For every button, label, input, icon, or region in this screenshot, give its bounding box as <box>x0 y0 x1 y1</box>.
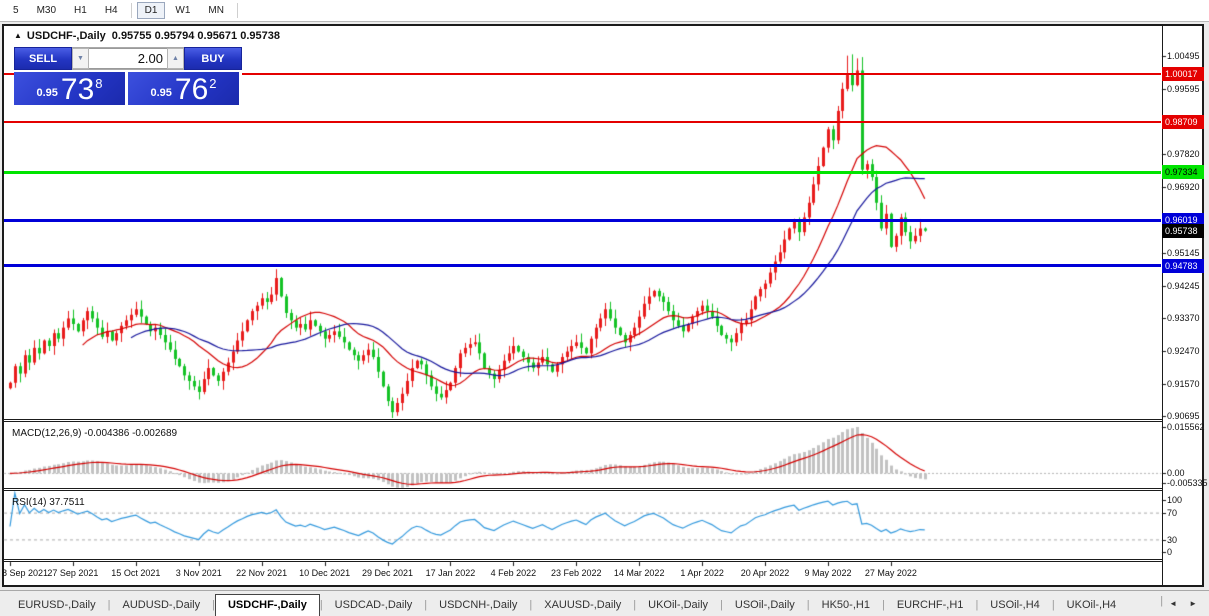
pane-divider[interactable] <box>2 488 1162 489</box>
price-tick-label: 0.92470 <box>1167 346 1200 356</box>
price-tick-label: 1.00495 <box>1167 51 1200 61</box>
sell-price-prefix: 0.95 <box>36 87 57 99</box>
date-tick-label: 20 Apr 2022 <box>741 568 790 578</box>
ohlc-values: 0.95755 0.95794 0.95671 0.95738 <box>112 30 280 42</box>
indicator-axis-label: 30 <box>1167 535 1177 545</box>
spin-down-icon: ▼ <box>77 55 84 62</box>
date-tick-label: 29 Dec 2021 <box>362 568 413 578</box>
sell-price-pip: 8 <box>95 76 102 91</box>
level-line[interactable] <box>4 171 1161 174</box>
buy-price-main: 76 <box>175 77 208 103</box>
price-tick-label: 0.95145 <box>1167 248 1200 258</box>
price-tick-label: 0.99595 <box>1167 84 1200 94</box>
pane-divider[interactable] <box>2 419 1162 420</box>
price-tick-label: 0.96920 <box>1167 182 1200 192</box>
chart-title: ▲ USDCHF-,Daily 0.95755 0.95794 0.95671 0.… <box>14 30 280 42</box>
resistance-line[interactable] <box>4 121 1161 123</box>
date-tick-label: 9 May 2022 <box>804 568 851 578</box>
date-tick-label: 14 Mar 2022 <box>614 568 665 578</box>
support-line[interactable] <box>4 264 1161 267</box>
pane-divider[interactable] <box>2 490 1162 491</box>
date-tick-label: 27 Sep 2021 <box>47 568 98 578</box>
trading-terminal: 5M30H1H4D1W1MN ▲USDCHF-,Daily0.95755 0.9… <box>0 0 1209 616</box>
price-badge: 1.00017 <box>1162 67 1204 81</box>
indicator-axis-label: 0.00 <box>1167 468 1185 478</box>
price-badge: 0.94783 <box>1162 259 1204 273</box>
macd-indicator-label: MACD(12,26,9) -0.004386 -0.002689 <box>12 428 177 439</box>
price-tick-label: 0.94245 <box>1167 281 1200 291</box>
buy-price-display[interactable]: 0.95 762 <box>128 72 239 105</box>
one-click-trading-panel: SELL ▼ 2.00 ▲ BUY 0.95 738 0.95 762 <box>14 47 242 105</box>
indicator-axis-label: 100 <box>1167 495 1182 505</box>
volume-decrease-button[interactable]: ▼ <box>72 48 89 69</box>
pane-divider[interactable] <box>2 561 1162 562</box>
price-tick-label: 0.91570 <box>1167 379 1200 389</box>
volume-input[interactable]: 2.00 <box>89 48 167 69</box>
date-tick-label: 23 Feb 2022 <box>551 568 602 578</box>
date-tick-label: 1 Apr 2022 <box>680 568 724 578</box>
collapse-panel-icon[interactable]: ▲ <box>14 31 22 40</box>
date-tick-label: 3 Nov 2021 <box>176 568 222 578</box>
date-tick-label: 4 Feb 2022 <box>491 568 537 578</box>
price-badge: 0.97334 <box>1162 165 1204 179</box>
sell-button[interactable]: SELL <box>14 47 72 70</box>
price-tick-label: 0.93370 <box>1167 313 1200 323</box>
sell-price-display[interactable]: 0.95 738 <box>14 72 125 105</box>
sell-price-main: 73 <box>61 77 94 103</box>
rsi-indicator-label: RSI(14) 37.7511 <box>12 497 85 508</box>
price-tick-label: 0.97820 <box>1167 149 1200 159</box>
date-tick-label: 22 Nov 2021 <box>236 568 287 578</box>
indicator-axis-label: 0 <box>1167 547 1172 557</box>
symbol-period-label: USDCHF-,Daily <box>27 30 106 42</box>
volume-increase-button[interactable]: ▲ <box>167 48 184 69</box>
buy-button[interactable]: BUY <box>184 47 242 70</box>
date-tick-label: 10 Dec 2021 <box>299 568 350 578</box>
pane-divider[interactable] <box>2 421 1162 422</box>
buy-price-pip: 2 <box>209 76 216 91</box>
date-tick-label: 8 Sep 2021 <box>2 568 48 578</box>
price-scale-divider <box>1162 26 1163 586</box>
indicator-axis-label: 70 <box>1167 508 1177 518</box>
date-tick-label: 15 Oct 2021 <box>111 568 160 578</box>
spin-up-icon: ▲ <box>172 55 179 62</box>
date-tick-label: 27 May 2022 <box>865 568 917 578</box>
date-tick-label: 17 Jan 2022 <box>426 568 476 578</box>
buy-price-prefix: 0.95 <box>150 87 171 99</box>
pane-divider[interactable] <box>2 559 1162 560</box>
indicator-axis-label: 0.015562 <box>1167 422 1205 432</box>
price-badge: 0.95738 <box>1162 224 1204 238</box>
support-line[interactable] <box>4 219 1161 222</box>
price-tick-label: 0.90695 <box>1167 411 1200 421</box>
price-badge: 0.98709 <box>1162 115 1204 129</box>
volume-stepper: ▼ 2.00 ▲ <box>72 47 184 70</box>
indicator-axis-label: -0.005335 <box>1167 478 1208 488</box>
